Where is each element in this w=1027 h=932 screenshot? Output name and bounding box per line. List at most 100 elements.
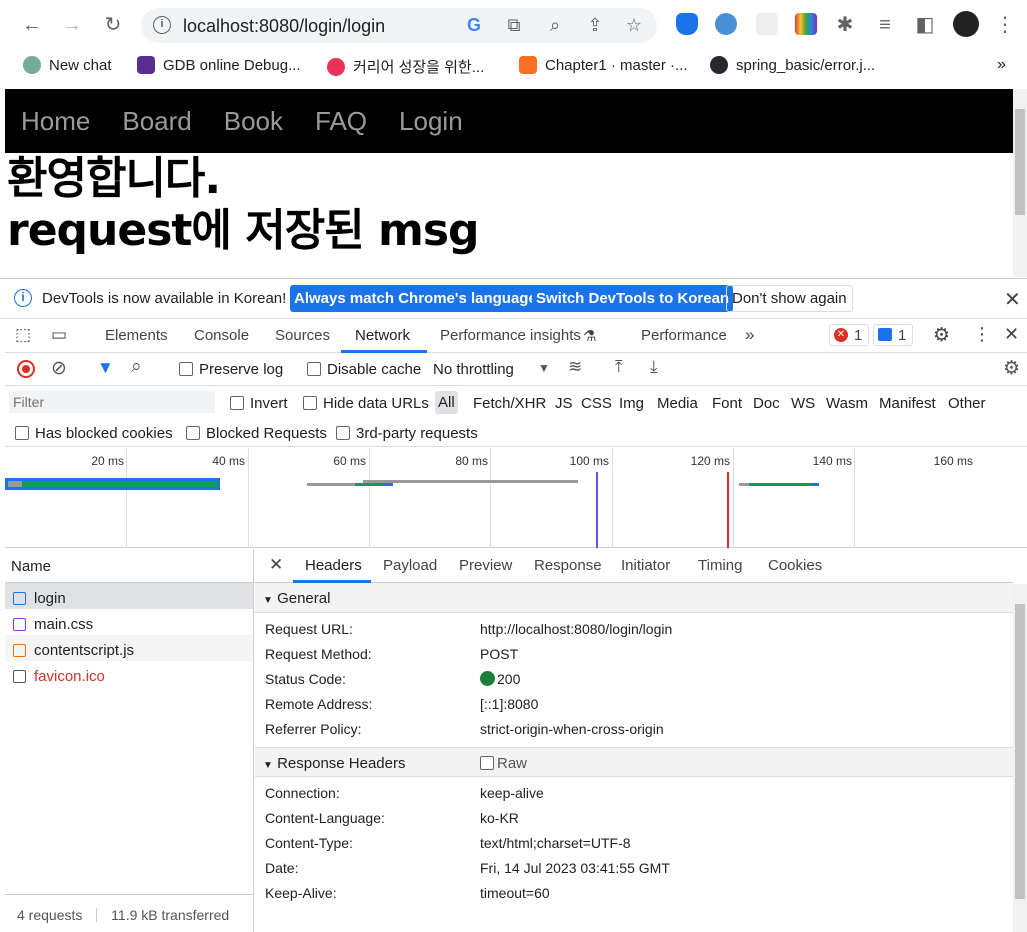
extension-icon[interactable]	[756, 13, 778, 35]
back-arrow-icon[interactable]: ←	[17, 10, 47, 40]
invert-checkbox[interactable]: Invert	[230, 395, 288, 412]
filter-type-wasm[interactable]: Wasm	[826, 395, 868, 412]
tab-preview[interactable]: Preview	[459, 557, 512, 574]
nav-faq[interactable]: FAQ	[315, 106, 367, 137]
nav-login[interactable]: Login	[399, 106, 463, 137]
close-devtools-icon[interactable]: ✕	[1004, 324, 1019, 345]
throttling-select[interactable]: No throttling	[433, 361, 514, 378]
nav-board[interactable]: Board	[122, 106, 191, 137]
request-row[interactable]: contentscript.js	[5, 635, 253, 661]
side-panel-icon[interactable]: ◧	[910, 10, 940, 40]
always-match-language-button[interactable]: Always match Chrome's language	[290, 285, 541, 312]
tab-performance-insights[interactable]: Performance insights	[440, 327, 581, 344]
avatar[interactable]	[953, 11, 979, 37]
password-manager-icon[interactable]	[676, 13, 698, 35]
filter-type-img[interactable]: Img	[619, 395, 644, 412]
export-har-icon[interactable]: ⤓	[650, 357, 658, 377]
bookmark-item[interactable]: GDB online Debug...	[137, 56, 301, 74]
more-tabs-icon[interactable]: »	[745, 325, 754, 345]
network-settings-icon[interactable]: ⚙	[1003, 357, 1020, 380]
general-section-header[interactable]: ▼ General	[255, 583, 1013, 613]
filter-type-doc[interactable]: Doc	[753, 395, 780, 412]
puzzle-icon[interactable]: ✱	[830, 10, 860, 40]
preserve-log-checkbox[interactable]: Preserve log	[179, 361, 283, 378]
address-url[interactable]: localhost:8080/login/login	[183, 16, 385, 37]
request-row[interactable]: login	[5, 583, 253, 609]
forward-arrow-icon[interactable]: →	[57, 10, 87, 40]
tab-initiator[interactable]: Initiator	[621, 557, 670, 574]
tab-headers[interactable]: Headers	[305, 557, 362, 574]
switch-devtools-korean-button[interactable]: Switch DevTools to Korean	[532, 285, 734, 312]
bookmark-star-icon[interactable]: ☆	[623, 15, 645, 36]
filter-type-other[interactable]: Other	[948, 395, 986, 412]
devtools-menu-icon[interactable]: ⋮	[973, 324, 991, 345]
share-icon[interactable]: ⇪	[584, 15, 606, 36]
filter-type-all[interactable]: All	[435, 391, 458, 414]
bookmark-item[interactable]: Chapter1 · master ·...	[519, 56, 688, 74]
filter-type-media[interactable]: Media	[657, 395, 698, 412]
third-party-checkbox[interactable]: 3rd-party requests	[336, 425, 478, 442]
close-details-icon[interactable]: ✕	[269, 555, 283, 575]
nav-home[interactable]: Home	[21, 106, 90, 137]
hide-data-urls-checkbox[interactable]: Hide data URLs	[303, 395, 429, 412]
name-column-header[interactable]: Name	[5, 549, 253, 583]
address-bar[interactable]: i localhost:8080/login/login G ⧉ ⌕ ⇪ ☆	[141, 8, 657, 43]
header-value: keep-alive	[480, 784, 544, 801]
bookmark-item[interactable]: spring_basic/error.j...	[710, 56, 875, 74]
filter-type-css[interactable]: CSS	[581, 395, 612, 412]
google-icon[interactable]: G	[463, 15, 485, 36]
tab-console[interactable]: Console	[194, 327, 249, 344]
has-blocked-cookies-checkbox[interactable]: Has blocked cookies	[15, 425, 173, 442]
bookmarks-overflow[interactable]: »	[997, 56, 1006, 74]
zoom-icon[interactable]: ⌕	[544, 15, 566, 36]
color-extension-icon[interactable]	[795, 13, 817, 35]
tab-network[interactable]: Network	[355, 327, 410, 344]
blocked-requests-checkbox[interactable]: Blocked Requests	[186, 425, 327, 442]
bookmark-item[interactable]: New chat	[23, 56, 112, 74]
tab-elements[interactable]: Elements	[105, 327, 168, 344]
import-har-icon[interactable]: ⤒	[615, 357, 623, 377]
site-info-icon[interactable]: i	[153, 16, 171, 34]
filter-type-js[interactable]: JS	[555, 395, 573, 412]
chevron-down-icon[interactable]: ▼	[538, 361, 550, 375]
tab-sources[interactable]: Sources	[275, 327, 330, 344]
settings-gear-icon[interactable]: ⚙	[933, 324, 950, 347]
raw-checkbox[interactable]: Raw	[480, 755, 527, 772]
filter-type-ws[interactable]: WS	[791, 395, 815, 412]
message-counter[interactable]: 1	[873, 324, 913, 346]
error-counter[interactable]: ✕ 1	[829, 324, 869, 346]
reload-icon[interactable]: ↻	[98, 10, 128, 40]
tab-cookies[interactable]: Cookies	[768, 557, 822, 574]
inspect-element-icon[interactable]: ⬚	[15, 325, 31, 345]
details-scrollbar[interactable]	[1013, 584, 1027, 932]
request-name: main.css	[34, 616, 94, 633]
menu-kebab-icon[interactable]: ⋮	[990, 10, 1020, 40]
filter-input[interactable]	[9, 391, 215, 413]
page-scrollbar[interactable]	[1013, 89, 1027, 277]
media-control-icon[interactable]: ≡	[870, 10, 900, 40]
filter-type-fetch[interactable]: Fetch/XHR	[473, 395, 546, 412]
network-overview[interactable]: 20 ms 40 ms 60 ms 80 ms 100 ms 120 ms 14…	[5, 448, 1027, 548]
response-headers-section-header[interactable]: ▼ Response Headers Raw	[255, 747, 1013, 777]
tab-performance[interactable]: Performance	[641, 327, 727, 344]
record-icon[interactable]	[17, 360, 35, 378]
network-conditions-icon[interactable]: ≋	[568, 357, 582, 377]
filter-type-font[interactable]: Font	[712, 395, 742, 412]
translate-icon[interactable]: ⧉	[503, 15, 525, 36]
tab-payload[interactable]: Payload	[383, 557, 437, 574]
disable-cache-checkbox[interactable]: Disable cache	[307, 361, 421, 378]
request-row[interactable]: main.css	[5, 609, 253, 635]
search-icon[interactable]: ⌕	[131, 356, 142, 378]
device-toolbar-icon[interactable]: ▭	[51, 325, 67, 345]
bookmark-item[interactable]: 커리어 성장을 위한...	[327, 56, 484, 77]
tab-timing[interactable]: Timing	[698, 557, 742, 574]
clear-icon[interactable]: ⊘	[51, 357, 67, 380]
filter-funnel-icon[interactable]: ▼	[97, 358, 114, 378]
tab-response[interactable]: Response	[534, 557, 602, 574]
request-row[interactable]: favicon.ico	[5, 661, 253, 687]
globe-extension-icon[interactable]	[715, 13, 737, 35]
filter-type-manifest[interactable]: Manifest	[879, 395, 936, 412]
dont-show-again-button[interactable]: Don't show again	[726, 285, 853, 312]
nav-book[interactable]: Book	[224, 106, 283, 137]
close-icon[interactable]: ✕	[1004, 287, 1021, 312]
